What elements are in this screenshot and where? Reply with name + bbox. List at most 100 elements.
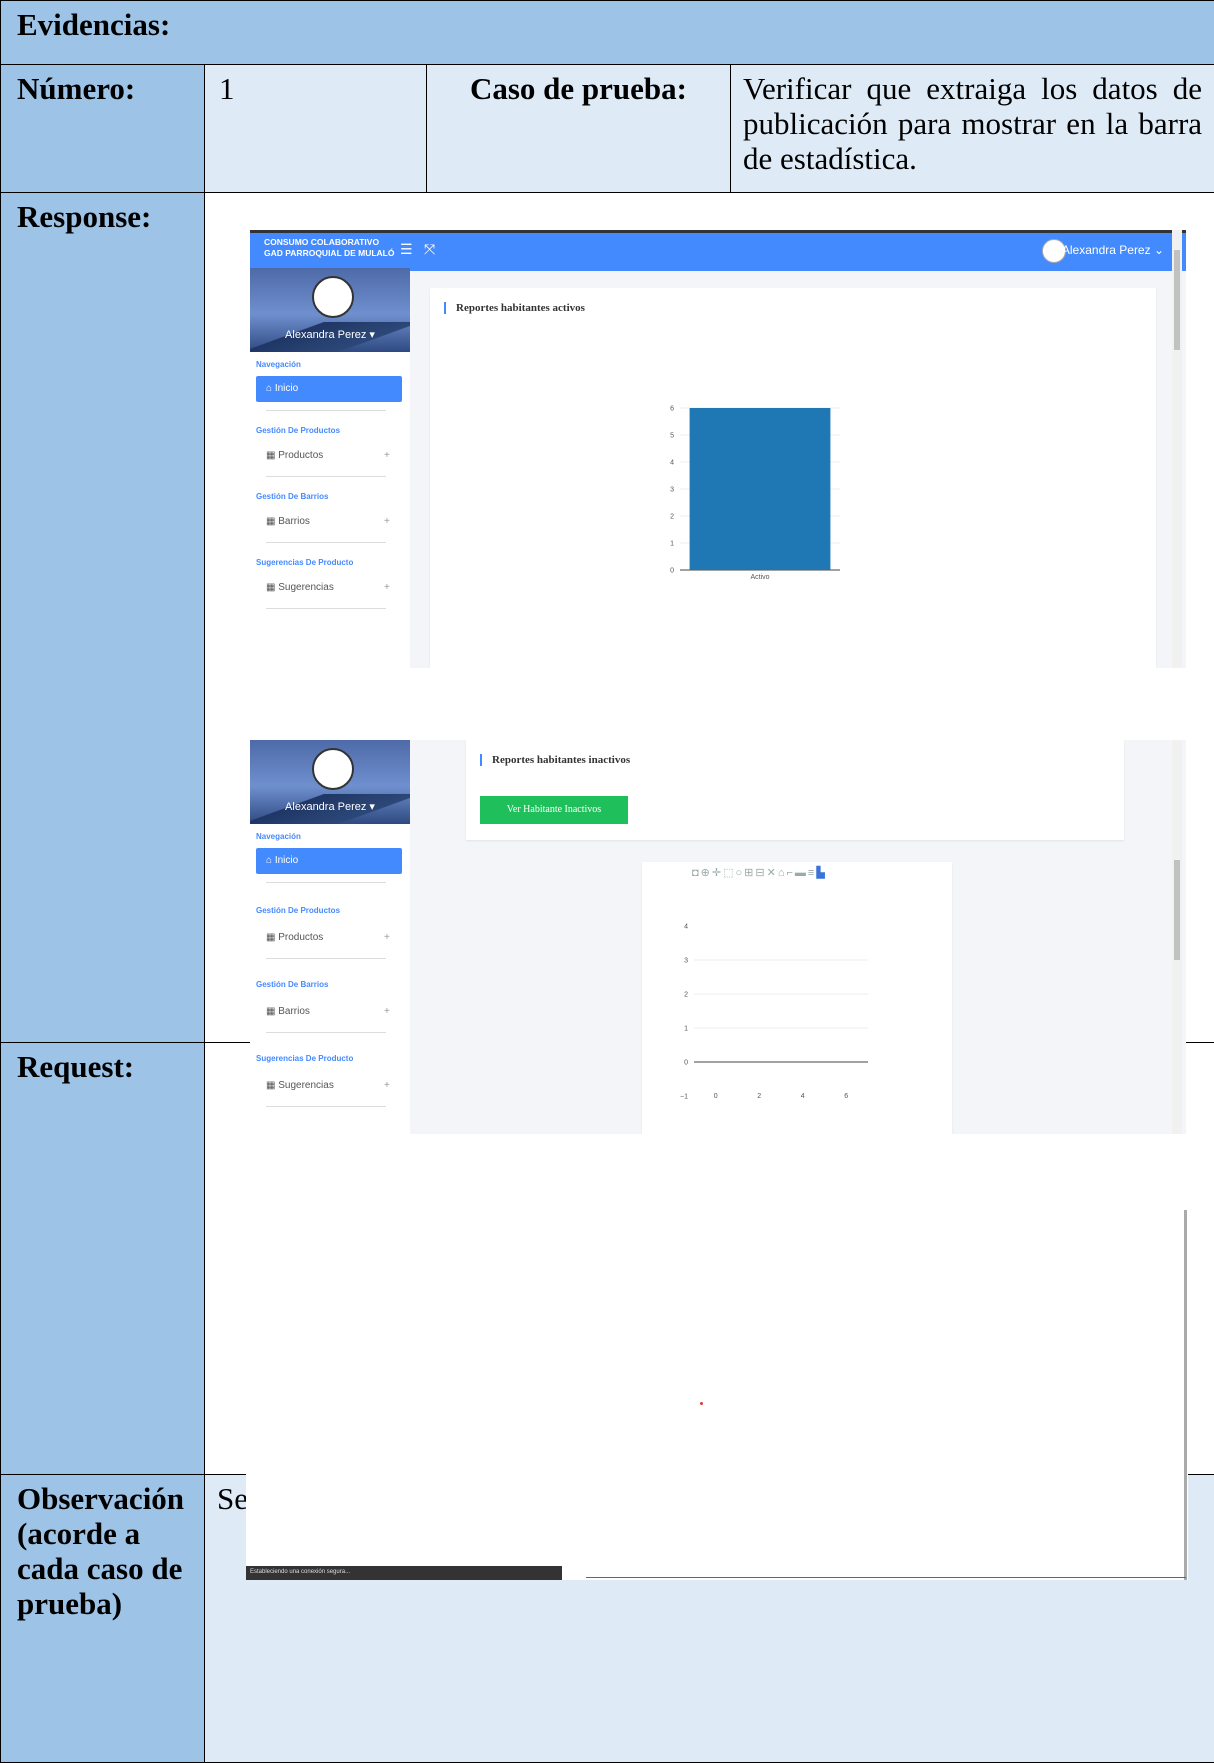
sidebar-profile: Alexandra Perez ▾ (250, 268, 410, 352)
zoom-out-icon[interactable]: ⊟ (755, 867, 766, 879)
sidebar: Alexandra Perez ▾ Navegación ⌂ Inicio Ge… (250, 268, 410, 668)
card-title: Reportes habitantes inactivos (480, 754, 630, 766)
user-name: Alexandra Perez (1062, 243, 1151, 257)
inactive-report-card: Reportes habitantes inactivos Ver Habita… (466, 740, 1124, 840)
user-menu[interactable]: Alexandra Perez ⌄ (1062, 243, 1164, 257)
expand-plus-icon[interactable]: + (384, 582, 390, 593)
y-tick-label: 0 (670, 568, 674, 575)
nav-section-label: Navegación (256, 360, 301, 369)
sidebar-item-barrios[interactable]: ▦ Barrios (266, 1006, 310, 1017)
scrollbar[interactable] (1172, 230, 1182, 668)
zoom-in-icon[interactable]: ⊞ (744, 867, 755, 879)
y-tick-label: 2 (684, 992, 688, 999)
select-box-icon[interactable]: ⬚ (723, 867, 735, 879)
x-tick-label: 2 (757, 1093, 761, 1100)
zoom-icon[interactable]: ⊕ (701, 867, 712, 879)
x-tick-label: 6 (844, 1093, 848, 1100)
bar (690, 408, 831, 570)
x-tick-label: 4 (801, 1093, 805, 1100)
observacion-label: Observación (acorde a cada caso de prueb… (1, 1475, 205, 1763)
sidebar-item-sugerencias[interactable]: ▦ Sugerencias (266, 1080, 334, 1091)
brand-line-2: GAD PARROQUIAL DE MULALÓ (264, 248, 395, 259)
sidebar-item-sugerencias[interactable]: ▦ Sugerencias (266, 582, 334, 593)
sidebar-item-productos[interactable]: ▦ Productos (266, 450, 323, 461)
autoscale-icon[interactable]: ✕ (767, 867, 778, 879)
brand-line-1: CONSUMO COLABORATIVO (264, 237, 395, 248)
y-tick-label: 1 (684, 1026, 688, 1033)
scrollbar[interactable] (1172, 740, 1182, 1134)
plotly-logo-icon[interactable]: ▙ (816, 867, 826, 879)
numero-label: Número: (1, 65, 205, 193)
sidebar-item-productos[interactable]: ▦ Productos (266, 932, 323, 943)
section-barrios-label: Gestión De Barrios (256, 980, 328, 989)
camera-icon[interactable]: ◘ (692, 867, 701, 879)
divider (266, 882, 386, 883)
plotly-modebar[interactable]: ◘⊕✛⬚○⊞⊟✕⌂⌐▬≡▙ (692, 866, 827, 879)
response-label: Response: (1, 193, 205, 1043)
sidebar-item-inicio[interactable]: ⌂ Inicio (256, 848, 402, 874)
divider (266, 608, 386, 609)
expand-plus-icon[interactable]: + (384, 932, 390, 943)
card-title: Reportes habitantes activos (444, 302, 585, 314)
x-tick-label: Activo (750, 574, 769, 581)
expand-plus-icon[interactable]: + (384, 450, 390, 461)
active-report-card: Reportes habitantes activos 0 1 2 3 4 5 6 Activ… (430, 288, 1156, 668)
y-tick-label: −1 (680, 1094, 688, 1101)
caso-prueba-label: Caso de prueba: (427, 65, 731, 193)
sidebar-item-barrios[interactable]: ▦ Barrios (266, 516, 310, 527)
request-label: Request: (1, 1043, 205, 1475)
spike-lines-icon[interactable]: ⌐ (786, 867, 794, 879)
sidebar-item-inicio[interactable]: ⌂ Inicio (256, 376, 402, 402)
screenshot-inactive-report: Alexandra Perez ▾ Navegación ⌂ Inicio Ge… (250, 740, 1186, 1134)
y-tick-label: 6 (670, 406, 674, 413)
y-tick-label: 4 (670, 460, 674, 467)
screenshot-request: Estableciendo una conexión segura... (246, 1210, 1188, 1580)
sidebar-user-name[interactable]: Alexandra Perez ▾ (250, 800, 410, 813)
y-tick-label: 4 (684, 924, 688, 931)
fullscreen-icon[interactable]: ⤧ (424, 241, 435, 258)
section-products-label: Gestión De Productos (256, 426, 340, 435)
inactive-chart-card: ◘⊕✛⬚○⊞⊟✕⌂⌐▬≡▙ −1 0 1 2 3 4 0 2 4 6 (642, 862, 952, 1134)
y-tick-label: 3 (684, 958, 688, 965)
inactive-line-chart: −1 0 1 2 3 4 0 2 4 6 (642, 884, 952, 1134)
lasso-icon[interactable]: ○ (736, 867, 745, 879)
sidebar-profile: Alexandra Perez ▾ (250, 740, 410, 824)
hover-closest-icon[interactable]: ▬ (795, 867, 808, 879)
y-tick-label: 1 (670, 541, 674, 548)
pan-icon[interactable]: ✛ (712, 867, 723, 879)
caso-prueba-text: Verificar que extraiga los datos de publ… (731, 65, 1214, 193)
expand-plus-icon[interactable]: + (384, 1080, 390, 1091)
x-tick-label: 0 (714, 1093, 718, 1100)
expand-plus-icon[interactable]: + (384, 516, 390, 527)
y-tick-label: 2 (670, 514, 674, 521)
active-bar-chart: 0 1 2 3 4 5 6 Activo (430, 328, 1156, 668)
sidebar-user-name[interactable]: Alexandra Perez ▾ (250, 328, 410, 341)
nav-section-label: Navegación (256, 832, 301, 841)
y-tick-label: 5 (670, 433, 674, 440)
app-brand: CONSUMO COLABORATIVO GAD PARROQUIAL DE M… (264, 237, 395, 259)
scrollbar[interactable] (1184, 1210, 1187, 1580)
section-suggestions-label: Sugerencias De Producto (256, 1054, 353, 1063)
loading-dot (700, 1402, 703, 1405)
sidebar: Alexandra Perez ▾ Navegación ⌂ Inicio Ge… (250, 740, 410, 1134)
page-bottom-line (586, 1577, 1186, 1578)
numero-value: 1 (205, 65, 427, 193)
divider (266, 958, 386, 959)
section-suggestions-label: Sugerencias De Producto (256, 558, 353, 567)
menu-icon[interactable]: ☰ (400, 241, 413, 258)
y-tick-label: 3 (670, 487, 674, 494)
avatar (312, 748, 354, 790)
divider (266, 476, 386, 477)
section-barrios-label: Gestión De Barrios (256, 492, 328, 501)
divider (266, 410, 386, 411)
browser-status-bar: Estableciendo una conexión segura... (246, 1566, 562, 1580)
view-inactive-button[interactable]: Ver Habitante Inactivos (480, 796, 628, 824)
inicio-label: Inicio (275, 383, 298, 394)
avatar (312, 276, 354, 318)
app-topbar: CONSUMO COLABORATIVO GAD PARROQUIAL DE M… (250, 230, 1186, 271)
y-tick-label: 0 (684, 1060, 688, 1067)
divider (266, 1106, 386, 1107)
expand-plus-icon[interactable]: + (384, 1006, 390, 1017)
screenshot-active-report: CONSUMO COLABORATIVO GAD PARROQUIAL DE M… (250, 230, 1186, 668)
section-products-label: Gestión De Productos (256, 906, 340, 915)
